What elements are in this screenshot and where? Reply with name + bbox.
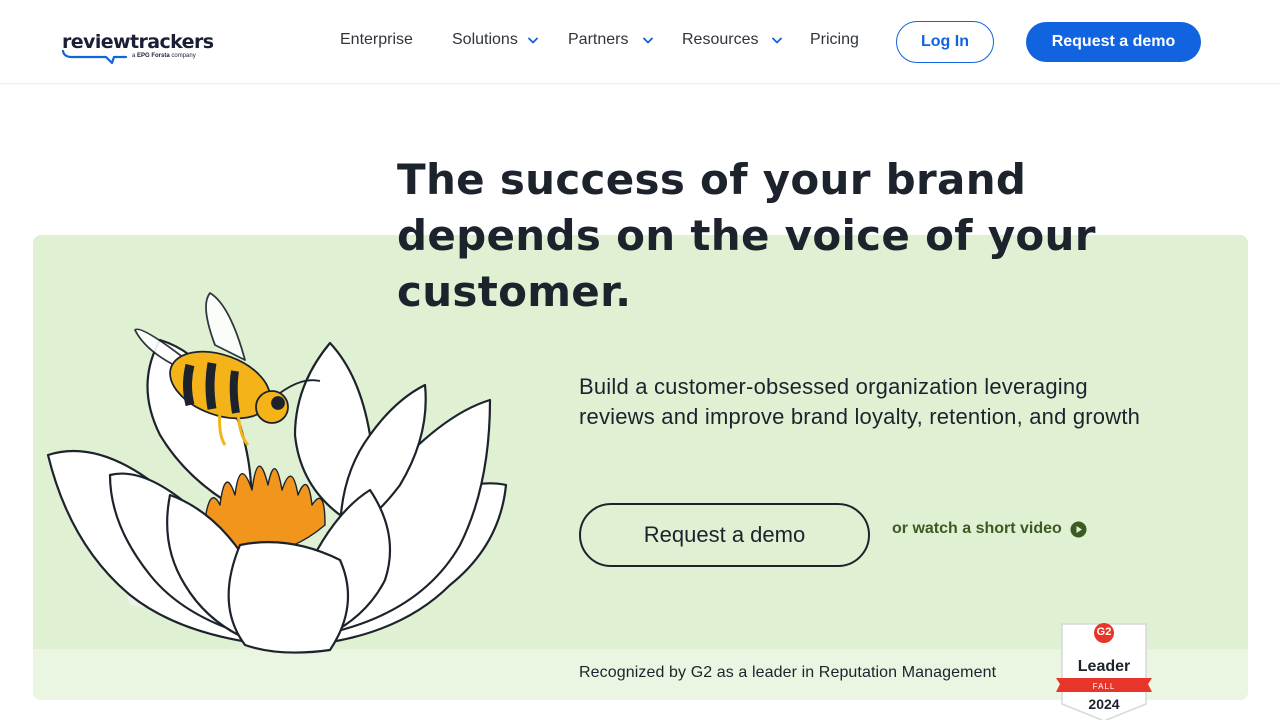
g2-logo-icon: G2 — [1096, 626, 1112, 638]
hero-subheadline: Build a customer-obsessed organization l… — [579, 374, 1141, 429]
g2-leader-badge: G2 Leader FALL 2024 — [1056, 620, 1152, 720]
g2-recognition-text: Recognized by G2 as a leader in Reputati… — [579, 664, 997, 681]
request-demo-hero-button[interactable]: Request a demo — [579, 503, 870, 567]
badge-title: Leader — [1077, 658, 1131, 675]
badge-year: 2024 — [1088, 696, 1120, 712]
watch-video-link[interactable]: or watch a short video — [892, 520, 1087, 538]
logo-tagline: a EPG Forsta company — [132, 53, 196, 59]
nav-item-label: Resources — [682, 31, 759, 48]
login-button[interactable]: Log In — [896, 21, 994, 63]
nav-item-label: Enterprise — [340, 31, 413, 48]
lotus-bee-illustration — [46, 292, 508, 654]
nav-item-label: Pricing — [810, 31, 859, 48]
nav-item-enterprise[interactable]: Enterprise — [340, 31, 413, 49]
hero-headline: The success of your brand depends on the… — [397, 155, 1096, 316]
chevron-down-icon — [772, 37, 783, 43]
watch-video-label: or watch a short video — [892, 520, 1062, 537]
chevron-down-icon — [527, 37, 538, 43]
nav-item-pricing[interactable]: Pricing — [810, 31, 859, 49]
nav-item-solutions[interactable]: Solutions — [452, 31, 538, 49]
site-header: reviewtrackers a EPG Forsta company Ente… — [0, 0, 1280, 84]
chevron-down-icon — [643, 37, 654, 43]
nav-item-label: Solutions — [452, 31, 518, 48]
badge-season: FALL — [1092, 682, 1116, 691]
nav-item-partners[interactable]: Partners — [568, 31, 654, 49]
reviewtrackers-logo[interactable]: reviewtrackers a EPG Forsta company — [62, 31, 214, 71]
nav-item-resources[interactable]: Resources — [682, 31, 783, 49]
request-demo-header-button[interactable]: Request a demo — [1026, 22, 1201, 62]
lotus-illustration — [46, 338, 508, 654]
logo-swoosh-icon — [62, 49, 128, 65]
nav-item-label: Partners — [568, 31, 629, 48]
play-circle-icon — [1070, 521, 1087, 537]
